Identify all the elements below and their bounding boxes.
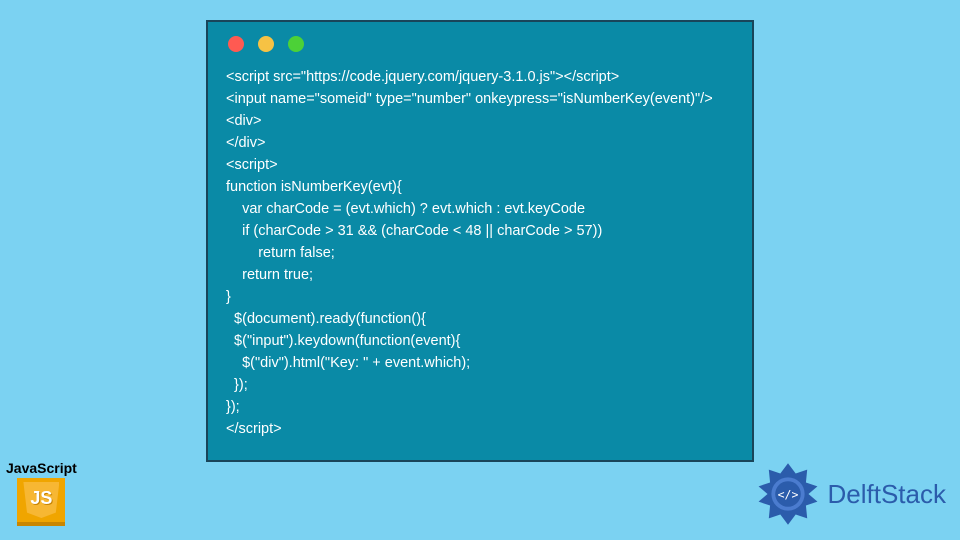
javascript-icon: JS [17,478,65,526]
javascript-icon-text: JS [17,488,65,509]
maximize-icon [288,36,304,52]
delftstack-name: DelftStack [828,479,947,510]
javascript-badge: JavaScript JS [6,460,77,526]
close-icon [228,36,244,52]
code-block: <script src="https://code.jquery.com/jqu… [226,66,734,440]
minimize-icon [258,36,274,52]
javascript-label: JavaScript [6,460,77,476]
delftstack-brand: </> DelftStack [756,462,947,526]
delftstack-logo-icon: </> [756,462,820,526]
code-panel: <script src="https://code.jquery.com/jqu… [206,20,754,462]
window-controls [228,36,734,52]
svg-text:</>: </> [777,487,798,501]
